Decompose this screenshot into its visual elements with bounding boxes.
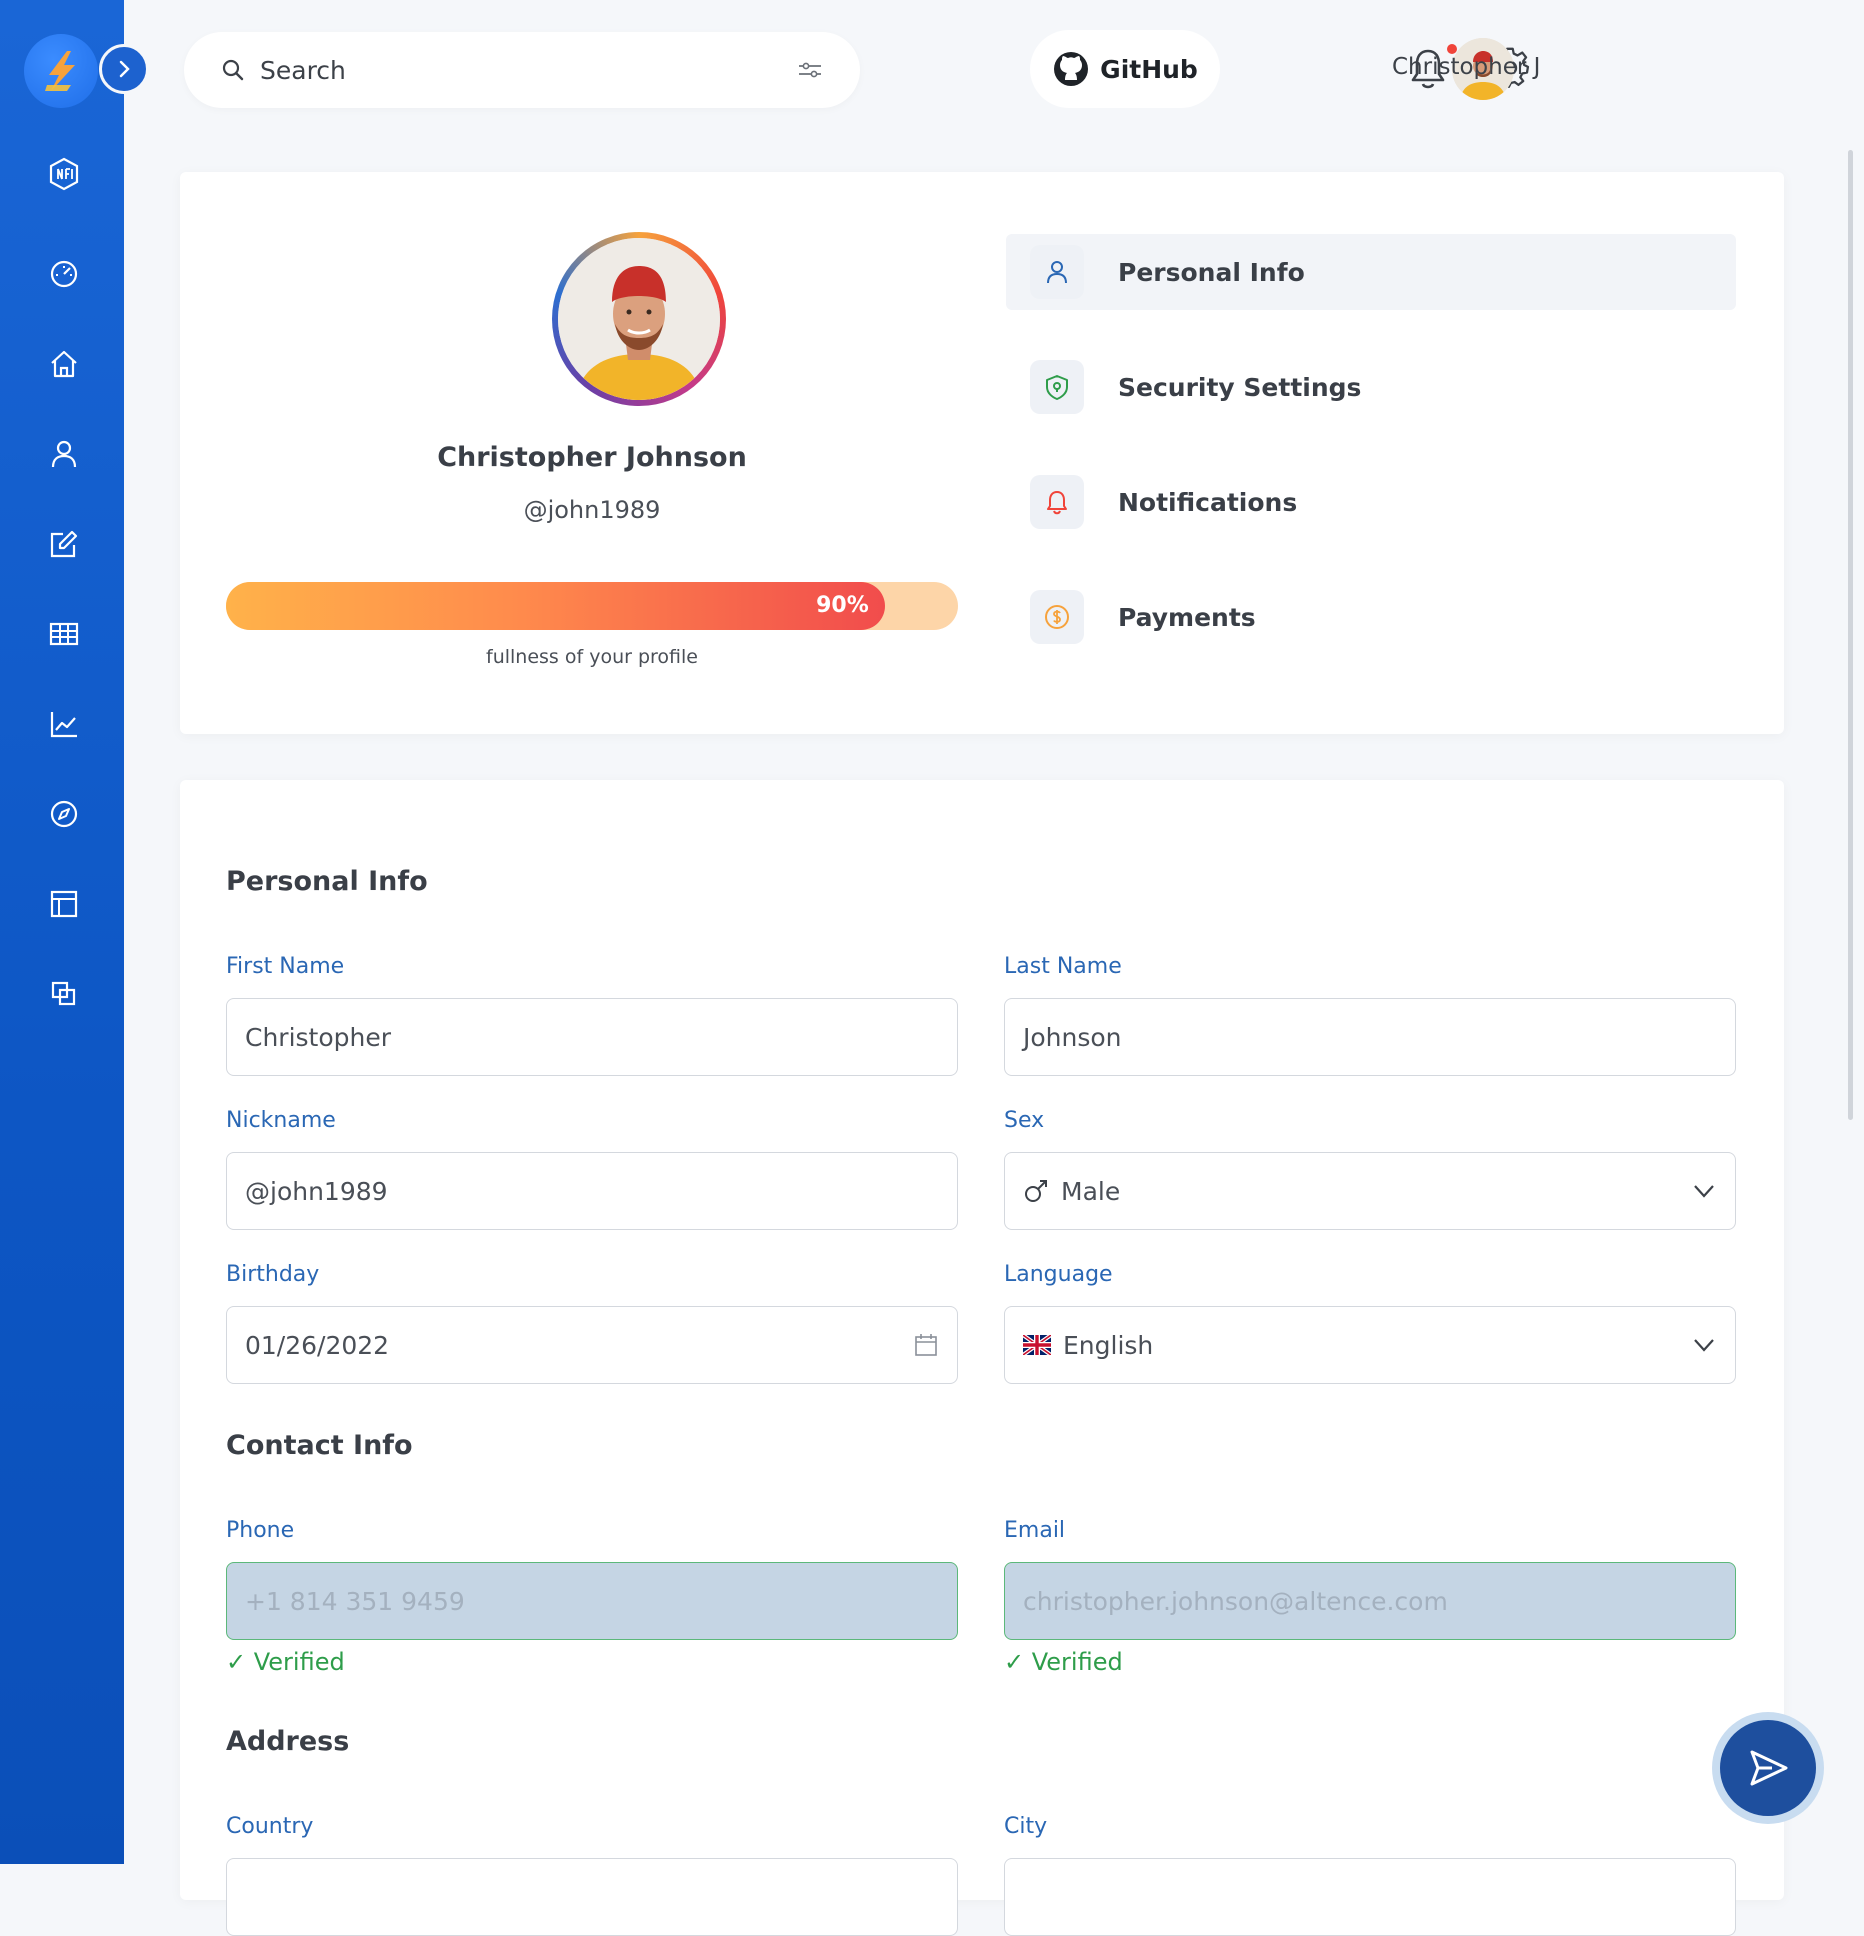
uk-flag-icon	[1023, 1335, 1051, 1355]
github-label: GitHub	[1100, 54, 1198, 84]
last-name-label: Last Name	[1004, 954, 1122, 979]
nft-icon	[49, 157, 79, 191]
menu-item-label: Notifications	[1118, 487, 1298, 517]
search-placeholder: Search	[260, 55, 346, 85]
sidebar-item-home[interactable]	[40, 340, 88, 388]
menu-item-personal-info[interactable]: Personal Info	[1006, 234, 1736, 310]
profile-handle: @john1989	[523, 496, 661, 524]
sidebar-item-profile[interactable]	[40, 430, 88, 478]
last-name-value: Johnson	[1023, 1022, 1122, 1052]
lightning-logo-icon	[45, 51, 75, 91]
profile-card: Christopher Johnson @john1989 90% fullne…	[180, 172, 1784, 734]
sidebar-item-layouts[interactable]	[40, 880, 88, 928]
copy-icon	[51, 981, 76, 1006]
sidebar-item-maps[interactable]	[40, 790, 88, 838]
first-name-label: First Name	[226, 954, 345, 979]
profile-progress-bar: 90%	[226, 582, 958, 630]
profile-summary: Christopher Johnson @john1989 90% fullne…	[226, 172, 958, 732]
dollar-icon	[1030, 590, 1084, 644]
address-title: Address	[226, 1726, 350, 1757]
email-field[interactable]: christopher.johnson@altence.com	[1004, 1562, 1736, 1640]
calendar-icon[interactable]	[913, 1332, 939, 1358]
top-bar: Search GitHub Christopher J	[124, 0, 1864, 140]
nickname-field[interactable]: @john1989	[226, 1152, 958, 1230]
home-icon	[51, 350, 77, 378]
first-name-field[interactable]: Christopher	[226, 998, 958, 1076]
profile-progress-fill: 90%	[226, 582, 885, 630]
birthday-label: Birthday	[226, 1262, 320, 1287]
profile-photo	[558, 238, 720, 400]
profile-progress-value: 90%	[816, 593, 869, 618]
email-label: Email	[1004, 1518, 1066, 1543]
chevron-down-icon	[1694, 1185, 1714, 1198]
sidebar-item-components[interactable]	[40, 970, 88, 1018]
layout-icon	[50, 890, 78, 918]
search-icon	[222, 59, 244, 81]
compass-icon	[50, 800, 78, 828]
sex-label: Sex	[1004, 1108, 1045, 1133]
country-label: Country	[226, 1814, 314, 1839]
user-icon	[51, 440, 77, 468]
language-value: English	[1063, 1330, 1154, 1360]
bell-icon	[1030, 475, 1084, 529]
user-icon	[1030, 245, 1084, 299]
birthday-value: 01/26/2022	[245, 1330, 390, 1360]
language-select[interactable]: English	[1004, 1306, 1736, 1384]
menu-item-notifications[interactable]: Notifications	[1006, 464, 1736, 540]
app-logo[interactable]	[24, 34, 98, 108]
profile-name: Christopher Johnson	[437, 442, 747, 473]
sidebar-item-tables[interactable]	[40, 610, 88, 658]
sidebar-item-forms[interactable]	[40, 520, 88, 568]
menu-item-label: Security Settings	[1118, 372, 1362, 402]
last-name-field[interactable]: Johnson	[1004, 998, 1736, 1076]
menu-item-security-settings[interactable]: Security Settings	[1006, 349, 1736, 425]
profile-avatar[interactable]	[552, 232, 726, 406]
chart-icon	[50, 712, 77, 738]
github-icon	[1054, 52, 1089, 86]
personal-info-title: Personal Info	[226, 866, 428, 897]
user-name[interactable]: Christopher J	[1392, 54, 1540, 80]
dashboard-gauge-icon	[50, 260, 78, 288]
nickname-value: @john1989	[245, 1176, 388, 1206]
male-symbol-icon	[1025, 1180, 1047, 1202]
sidebar-item-nft[interactable]	[40, 150, 88, 198]
filter-sliders-icon[interactable]	[796, 60, 824, 80]
sex-select[interactable]: Male	[1004, 1152, 1736, 1230]
edit-icon	[50, 530, 78, 558]
table-icon	[49, 622, 79, 646]
menu-item-label: Payments	[1118, 602, 1256, 632]
sidebar	[0, 0, 149, 1864]
personal-info-form: Personal Info First Name Christopher Las…	[180, 780, 1784, 1936]
sidebar-item-charts[interactable]	[40, 700, 88, 748]
menu-item-label: Personal Info	[1118, 257, 1305, 287]
shield-icon	[1030, 360, 1084, 414]
email-verified-status: ✓ Verified	[1004, 1648, 1123, 1676]
country-select[interactable]	[226, 1858, 958, 1936]
phone-field[interactable]: +1 814 351 9459	[226, 1562, 958, 1640]
page-scrollbar[interactable]	[1848, 150, 1853, 1120]
birthday-field[interactable]: 01/26/2022	[226, 1306, 958, 1384]
contact-info-title: Contact Info	[226, 1430, 413, 1461]
send-fab-button[interactable]	[1712, 1712, 1824, 1824]
sex-value: Male	[1061, 1176, 1121, 1206]
chevron-down-icon	[1694, 1339, 1714, 1352]
send-icon	[1750, 1750, 1788, 1786]
search-input[interactable]: Search	[184, 32, 860, 108]
phone-label: Phone	[226, 1518, 295, 1543]
city-select[interactable]	[1004, 1858, 1736, 1936]
phone-verified-status: ✓ Verified	[226, 1648, 345, 1676]
language-label: Language	[1004, 1262, 1113, 1287]
sidebar-item-dashboard[interactable]	[40, 250, 88, 298]
nickname-label: Nickname	[226, 1108, 336, 1133]
github-button[interactable]: GitHub	[1030, 30, 1220, 108]
menu-item-payments[interactable]: Payments	[1006, 579, 1736, 655]
phone-value: +1 814 351 9459	[245, 1586, 465, 1616]
city-label: City	[1004, 1814, 1048, 1839]
first-name-value: Christopher	[245, 1022, 392, 1052]
email-value: christopher.johnson@altence.com	[1023, 1586, 1448, 1616]
profile-progress-caption: fullness of your profile	[486, 646, 698, 668]
